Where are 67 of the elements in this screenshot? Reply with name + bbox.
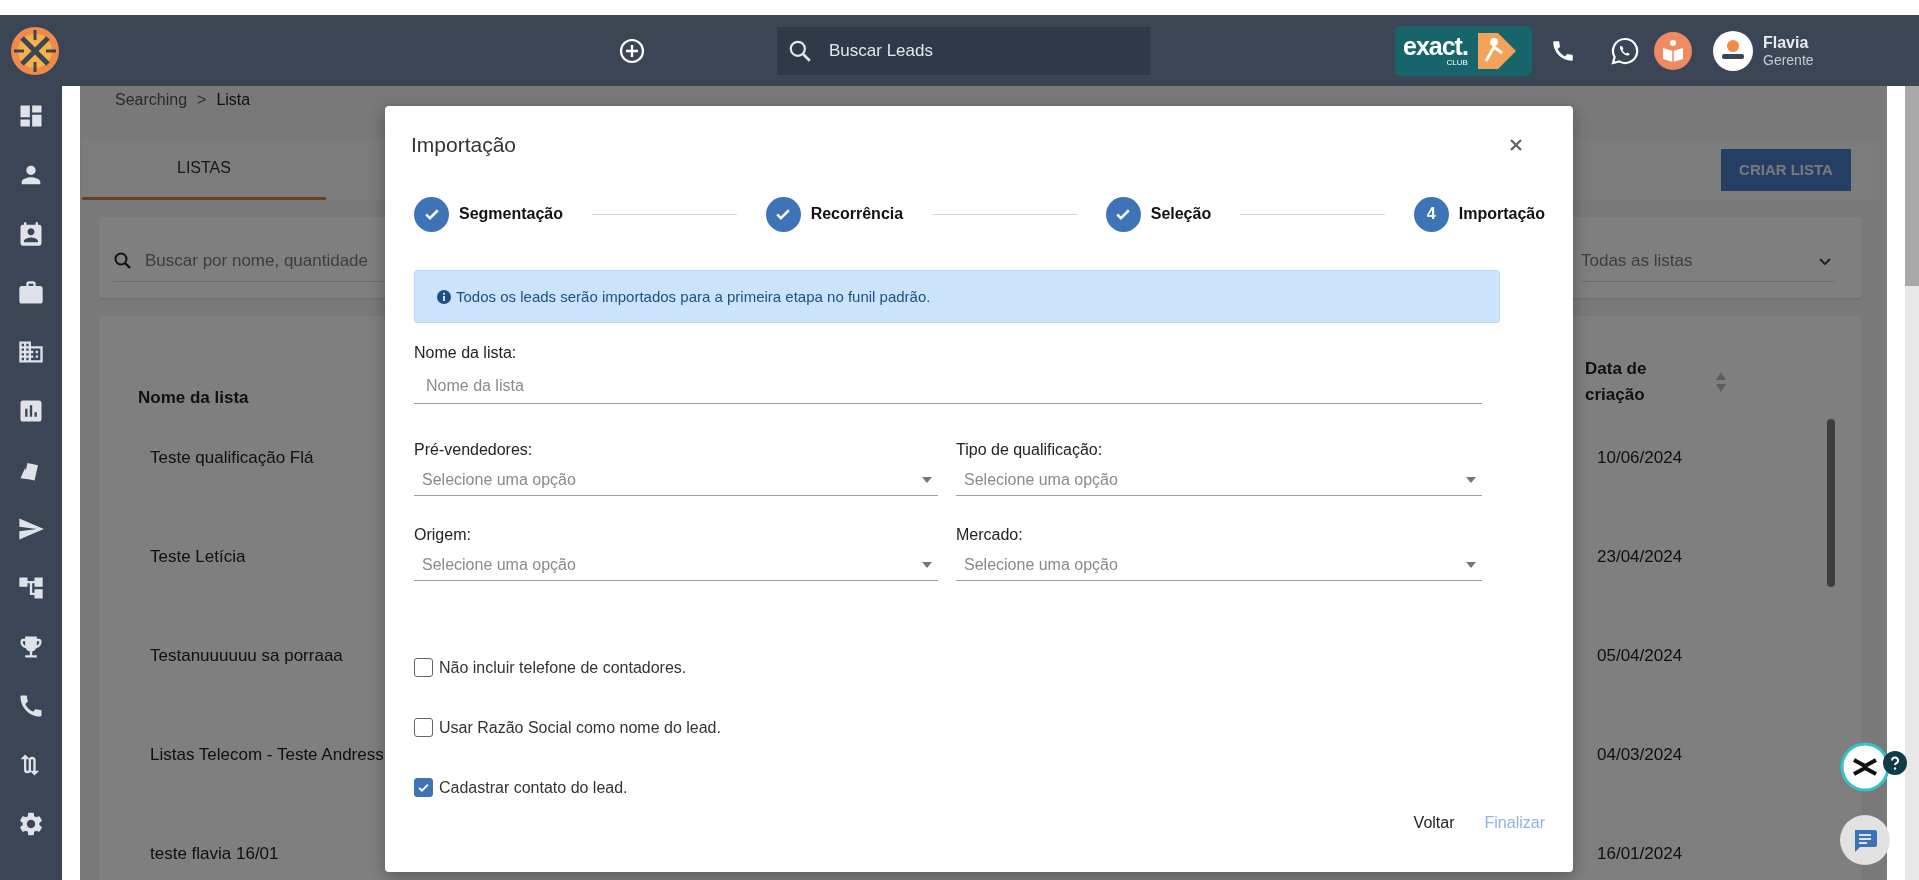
back-button[interactable]: Voltar (1413, 814, 1455, 832)
field-label: Nome da lista: (414, 344, 518, 362)
field-label: Pré-vendedores: (414, 441, 533, 458)
scrollbar[interactable] (1827, 419, 1835, 587)
chat-bubble-icon[interactable] (1610, 35, 1640, 66)
table-cell: Testanuuuuuu sa porraaa (150, 645, 343, 666)
caret-icon (922, 562, 932, 568)
user-name: Flavia (1763, 33, 1810, 52)
scrollbar[interactable] (1905, 86, 1919, 880)
table-cell: 05/04/2024 (1597, 645, 1683, 666)
column-header[interactable]: Data de criação (1585, 356, 1695, 408)
checkbox[interactable] (414, 778, 433, 797)
checkbox-label: Não incluir telefone de contadores. (439, 658, 687, 677)
info-icon (437, 289, 451, 304)
settings-icon[interactable] (17, 810, 45, 838)
select-field[interactable]: Selecione uma opção (414, 550, 938, 581)
table-cell: Teste Letícia (150, 546, 246, 567)
user-role: Gerente (1763, 51, 1814, 68)
caret-icon (922, 477, 932, 483)
club-badge[interactable]: exact. CLUB (1395, 25, 1532, 76)
briefcase-icon[interactable] (17, 279, 45, 307)
step-label: Segmentação (459, 205, 564, 223)
breadcrumb-separator: > (197, 91, 207, 109)
field-label: Mercado: (956, 526, 1023, 543)
table-cell: Listas Telecom - Teste Andress (150, 744, 384, 765)
info-text: Todos os leads serão importados para a primeira etapa no funil padrão. (456, 288, 931, 305)
step-number: 4 (1413, 196, 1449, 232)
table-cell: Teste qualificação Flá (150, 447, 314, 468)
club-sub: CLUB (1446, 58, 1468, 67)
table-cell: 10/06/2024 (1597, 447, 1683, 468)
select-field[interactable]: Selecione uma opção (956, 550, 1482, 581)
question-badge-icon[interactable] (1883, 751, 1907, 775)
table-cell: 04/03/2024 (1597, 744, 1683, 765)
step-label: Importação (1458, 205, 1545, 223)
club-brand: exact. (1403, 34, 1468, 58)
checkbox[interactable] (414, 658, 433, 677)
select-field[interactable]: Todas as listas (1581, 241, 1834, 282)
caret-icon (1466, 477, 1476, 483)
table-cell: 23/04/2024 (1597, 546, 1683, 567)
select-field[interactable]: Selecione uma opção (956, 465, 1482, 496)
close-icon[interactable] (1509, 138, 1523, 152)
checkbox-label: Cadastrar contato do lead. (439, 778, 628, 797)
search-field[interactable]: Buscar Leads (777, 26, 1150, 75)
tab[interactable]: LISTAS (82, 139, 326, 200)
checkbox-label: Usar Razão Social como nome do lead. (439, 718, 721, 737)
field-label: Origem: (414, 526, 471, 543)
logo-icon[interactable] (10, 25, 60, 76)
checkbox[interactable] (414, 718, 433, 737)
create-list-button[interactable]: CRIAR LISTA (1721, 148, 1851, 191)
help-widget-icon[interactable] (1840, 742, 1890, 792)
table-cell: 16/01/2024 (1597, 843, 1683, 864)
avatar-icon[interactable] (1713, 30, 1753, 71)
search-icon (113, 251, 133, 271)
add-icon[interactable] (619, 37, 645, 64)
breadcrumb-link[interactable]: Searching (115, 91, 188, 109)
reader-icon[interactable] (1654, 31, 1692, 70)
caret-icon (1466, 562, 1476, 568)
column-header: Nome da lista (138, 388, 249, 408)
select-field[interactable]: Selecione uma opção (414, 465, 938, 496)
step-label: Recorrência (810, 205, 904, 223)
breadcrumb-current: Lista (216, 91, 251, 109)
table-cell: teste flavia 16/01 (150, 843, 279, 864)
input-field[interactable]: Nome da lista (414, 368, 1482, 404)
field-label: Tipo de qualificação: (956, 441, 1103, 458)
step-label: Seleção (1150, 205, 1212, 223)
dialog-title: Importação (411, 133, 517, 157)
chat-icon[interactable] (1840, 815, 1890, 865)
